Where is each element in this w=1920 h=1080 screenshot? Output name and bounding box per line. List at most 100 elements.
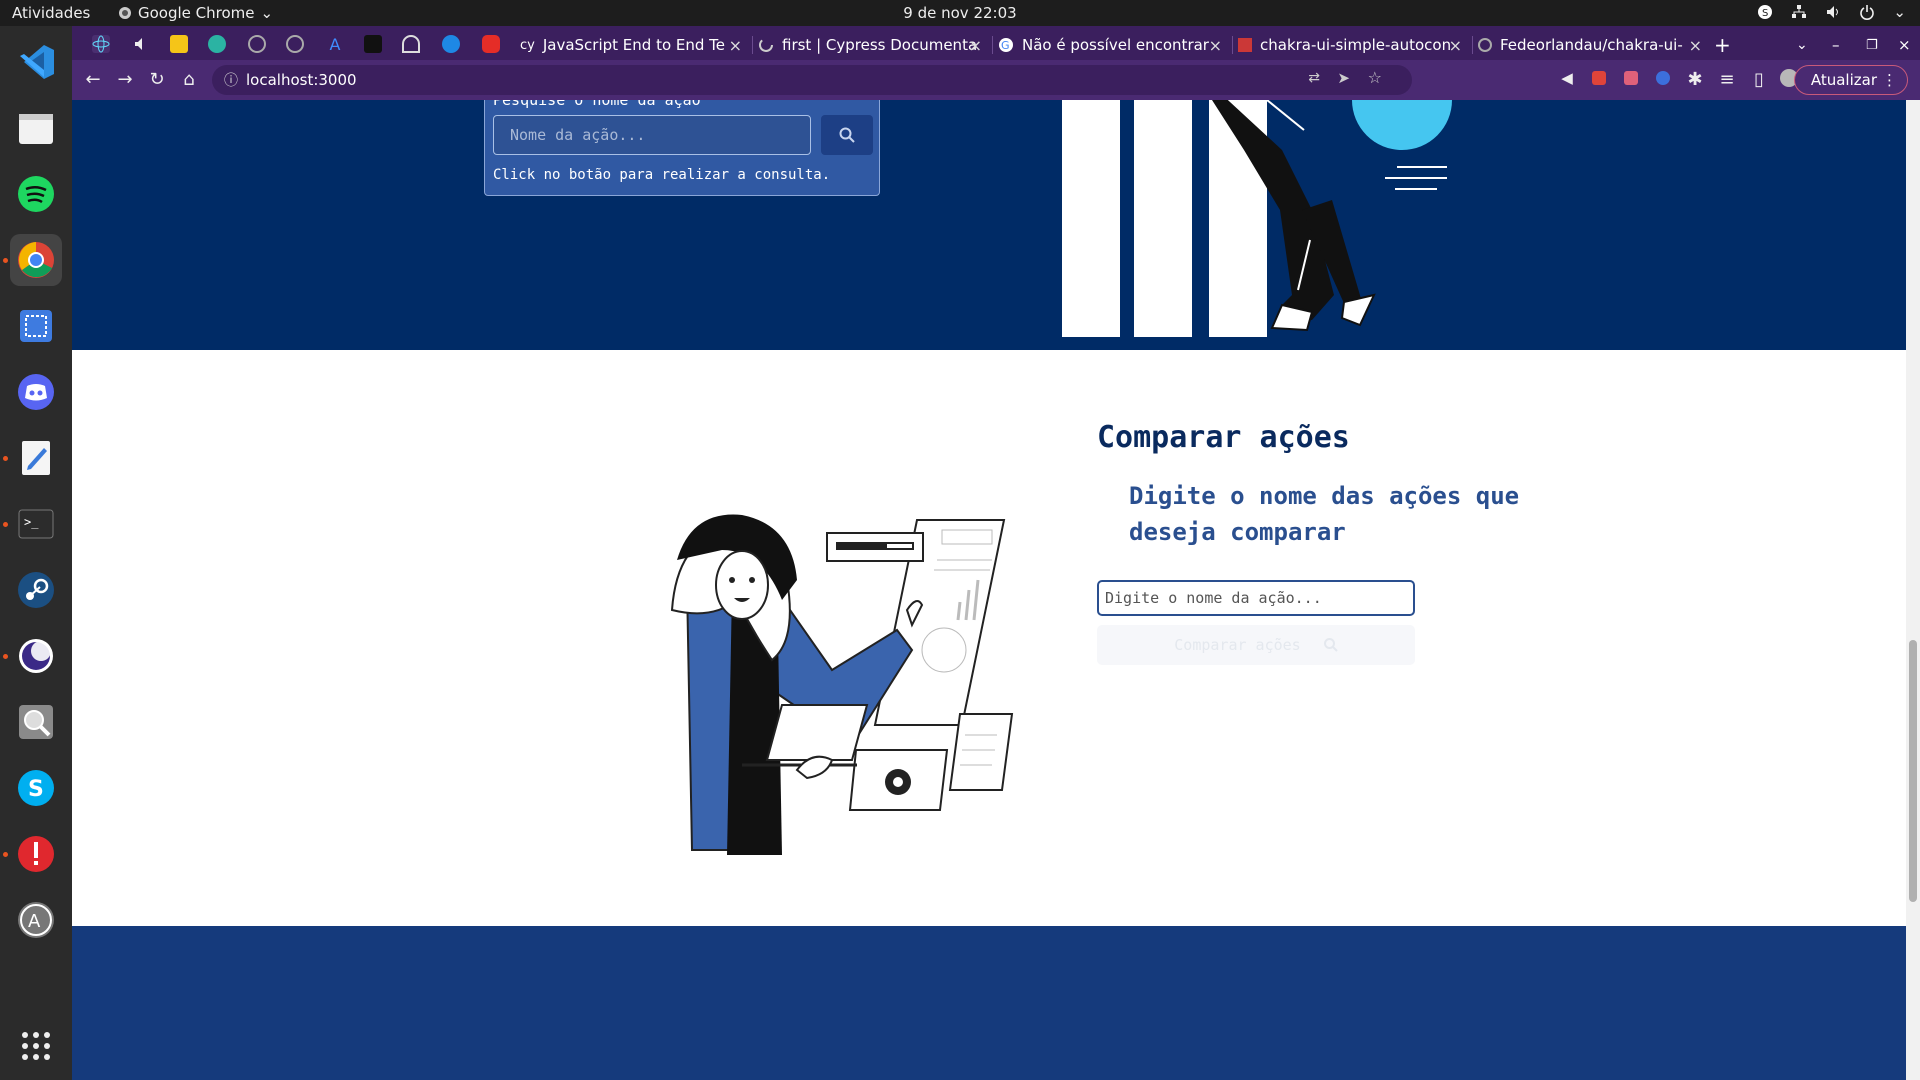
reload-icon[interactable]: ↻	[146, 69, 168, 90]
page-viewport: Pesquise o nome da ação Nome da ação... …	[72, 100, 1906, 1080]
screenshot-icon[interactable]	[10, 300, 62, 352]
pinned-tab-a-icon[interactable]: A	[326, 35, 344, 54]
steam-icon[interactable]	[10, 564, 62, 616]
chrome-icon[interactable]	[10, 234, 62, 286]
svg-text:S: S	[28, 777, 44, 802]
woman-dashboard-illustration	[670, 514, 1014, 855]
software-center-icon[interactable]: A	[10, 894, 62, 946]
back-icon[interactable]: ←	[82, 69, 104, 90]
media-control-icon[interactable]: ◀	[1556, 69, 1578, 87]
pinned-tab-play[interactable]	[442, 35, 460, 53]
alert-icon[interactable]	[10, 828, 62, 880]
tab-github-chakra[interactable]: Fedeorlandau/chakra-ui- ×	[1478, 30, 1708, 60]
address-bar[interactable]: ⓘ localhost:3000 ⇄ ➤ ☆	[212, 65, 1412, 95]
tab-cypress-e2e[interactable]: cy JavaScript End to End Te ×	[520, 30, 748, 60]
text-editor-icon[interactable]	[10, 432, 62, 484]
compare-section: Comparar ações Digite o nome das ações q…	[72, 350, 1906, 926]
footer-section	[72, 926, 1906, 1080]
scrollbar-thumb[interactable]	[1909, 640, 1917, 902]
volume-icon[interactable]	[1825, 4, 1841, 20]
terminal-icon[interactable]: >_	[10, 498, 62, 550]
compare-button[interactable]: Comparar ações	[1097, 625, 1415, 665]
tab-label: chakra-ui-simple-autocon	[1260, 36, 1452, 54]
power-icon[interactable]	[1859, 4, 1875, 20]
pinned-tab-arch[interactable]	[402, 35, 420, 53]
tab-google-error[interactable]: G Não é possível encontrar ×	[998, 30, 1228, 60]
compare-button-label: Comparar ações	[1174, 636, 1301, 654]
files-icon[interactable]	[10, 102, 62, 154]
skype-tray-icon[interactable]: S	[1757, 4, 1773, 20]
pinned-tab-github-2[interactable]	[286, 35, 304, 53]
loading-icon	[759, 38, 773, 52]
pinned-tab-emoji[interactable]	[170, 35, 188, 53]
cypress-logo-icon: cy	[520, 37, 535, 53]
url-text[interactable]: localhost:3000	[246, 71, 357, 89]
tab-npm-chakra[interactable]: chakra-ui-simple-autocon ×	[1238, 30, 1468, 60]
pinned-tab-youtube[interactable]	[482, 35, 500, 53]
apps-grid-icon[interactable]	[10, 1020, 62, 1072]
close-icon[interactable]: ×	[969, 36, 982, 55]
minimize-icon[interactable]: –	[1832, 30, 1852, 60]
close-icon[interactable]: ×	[1689, 36, 1702, 55]
discord-icon[interactable]	[10, 366, 62, 418]
new-tab-button[interactable]: +	[1714, 30, 1738, 60]
chevron-down-icon[interactable]: ⌄	[1893, 3, 1906, 21]
search-card: Pesquise o nome da ação Nome da ação... …	[484, 100, 880, 196]
tab-label: Não é possível encontrar	[1022, 36, 1209, 54]
compare-input-placeholder: Digite o nome da ação...	[1105, 589, 1322, 607]
extension-pink-icon[interactable]	[1620, 69, 1642, 90]
update-button[interactable]: Atualizar ⋮	[1793, 65, 1908, 95]
close-window-icon[interactable]: ×	[1898, 30, 1918, 60]
google-icon: G	[999, 38, 1013, 52]
menu-kebab-icon[interactable]: ⋮	[1882, 66, 1897, 94]
search-icon	[839, 127, 855, 143]
tab-label: first | Cypress Documenta	[782, 36, 978, 54]
browser-toolbar: ← → ↻ ⌂ ⓘ localhost:3000 ⇄ ➤ ☆ ◀ ✱ ≡ ▯ A…	[72, 60, 1920, 100]
tab-label: Fedeorlandau/chakra-ui-	[1500, 36, 1683, 54]
restore-icon[interactable]: ❐	[1866, 30, 1886, 60]
search-card-title: Pesquise o nome da ação	[493, 100, 701, 109]
close-icon[interactable]: ×	[1449, 36, 1462, 55]
stock-search-input[interactable]: Nome da ação...	[493, 115, 811, 155]
vscode-icon[interactable]	[10, 36, 62, 88]
extension-red-icon[interactable]	[1588, 69, 1610, 90]
chart-person-illustration	[1062, 100, 1452, 337]
search-button[interactable]	[821, 115, 873, 155]
spotify-icon[interactable]	[10, 168, 62, 220]
close-icon[interactable]: ×	[1209, 36, 1222, 55]
magnifier-icon[interactable]	[10, 696, 62, 748]
clock[interactable]: 9 de nov 22:03	[0, 4, 1920, 22]
tab-cypress-docs[interactable]: first | Cypress Documenta ×	[758, 30, 988, 60]
compare-stock-input[interactable]: Digite o nome da ação...	[1097, 580, 1415, 616]
search-hint: Click no botão para realizar a consulta.	[493, 167, 831, 183]
extension-badge-icon[interactable]	[1652, 69, 1674, 90]
tab-search-icon[interactable]: ⌄	[1796, 30, 1816, 60]
pinned-tab-github[interactable]	[248, 35, 266, 53]
pinned-tab-bolt[interactable]	[208, 35, 226, 53]
pinned-tab-react[interactable]	[92, 35, 110, 53]
dock: >_ S A	[0, 26, 72, 1080]
skype-icon[interactable]: S	[10, 762, 62, 814]
reading-list-icon[interactable]: ≡	[1716, 69, 1738, 90]
page-scrollbar[interactable]	[1906, 100, 1920, 1080]
network-icon[interactable]	[1791, 4, 1807, 20]
hero-section: Pesquise o nome da ação Nome da ação... …	[72, 100, 1906, 350]
send-icon[interactable]: ➤	[1337, 69, 1350, 87]
npm-icon	[1238, 38, 1252, 52]
translate-icon[interactable]: ⇄	[1308, 70, 1320, 86]
eclipse-icon[interactable]	[10, 630, 62, 682]
info-icon[interactable]: ⓘ	[224, 70, 238, 90]
home-icon[interactable]: ⌂	[178, 69, 200, 90]
pinned-tab-dark[interactable]	[364, 35, 382, 53]
pinned-tab-audio-icon[interactable]	[132, 35, 150, 53]
forward-icon[interactable]: →	[114, 69, 136, 90]
side-panel-icon[interactable]: ▯	[1748, 69, 1770, 90]
close-icon[interactable]: ×	[729, 36, 742, 55]
bookmark-star-icon[interactable]: ☆	[1368, 68, 1382, 87]
system-tray[interactable]: S ⌄	[1757, 3, 1906, 21]
tab-label: JavaScript End to End Te	[542, 36, 726, 54]
compare-title: Comparar ações	[1097, 420, 1350, 455]
extensions-puzzle-icon[interactable]: ✱	[1684, 69, 1706, 90]
svg-text:A: A	[28, 911, 41, 932]
github-icon	[1478, 38, 1492, 52]
